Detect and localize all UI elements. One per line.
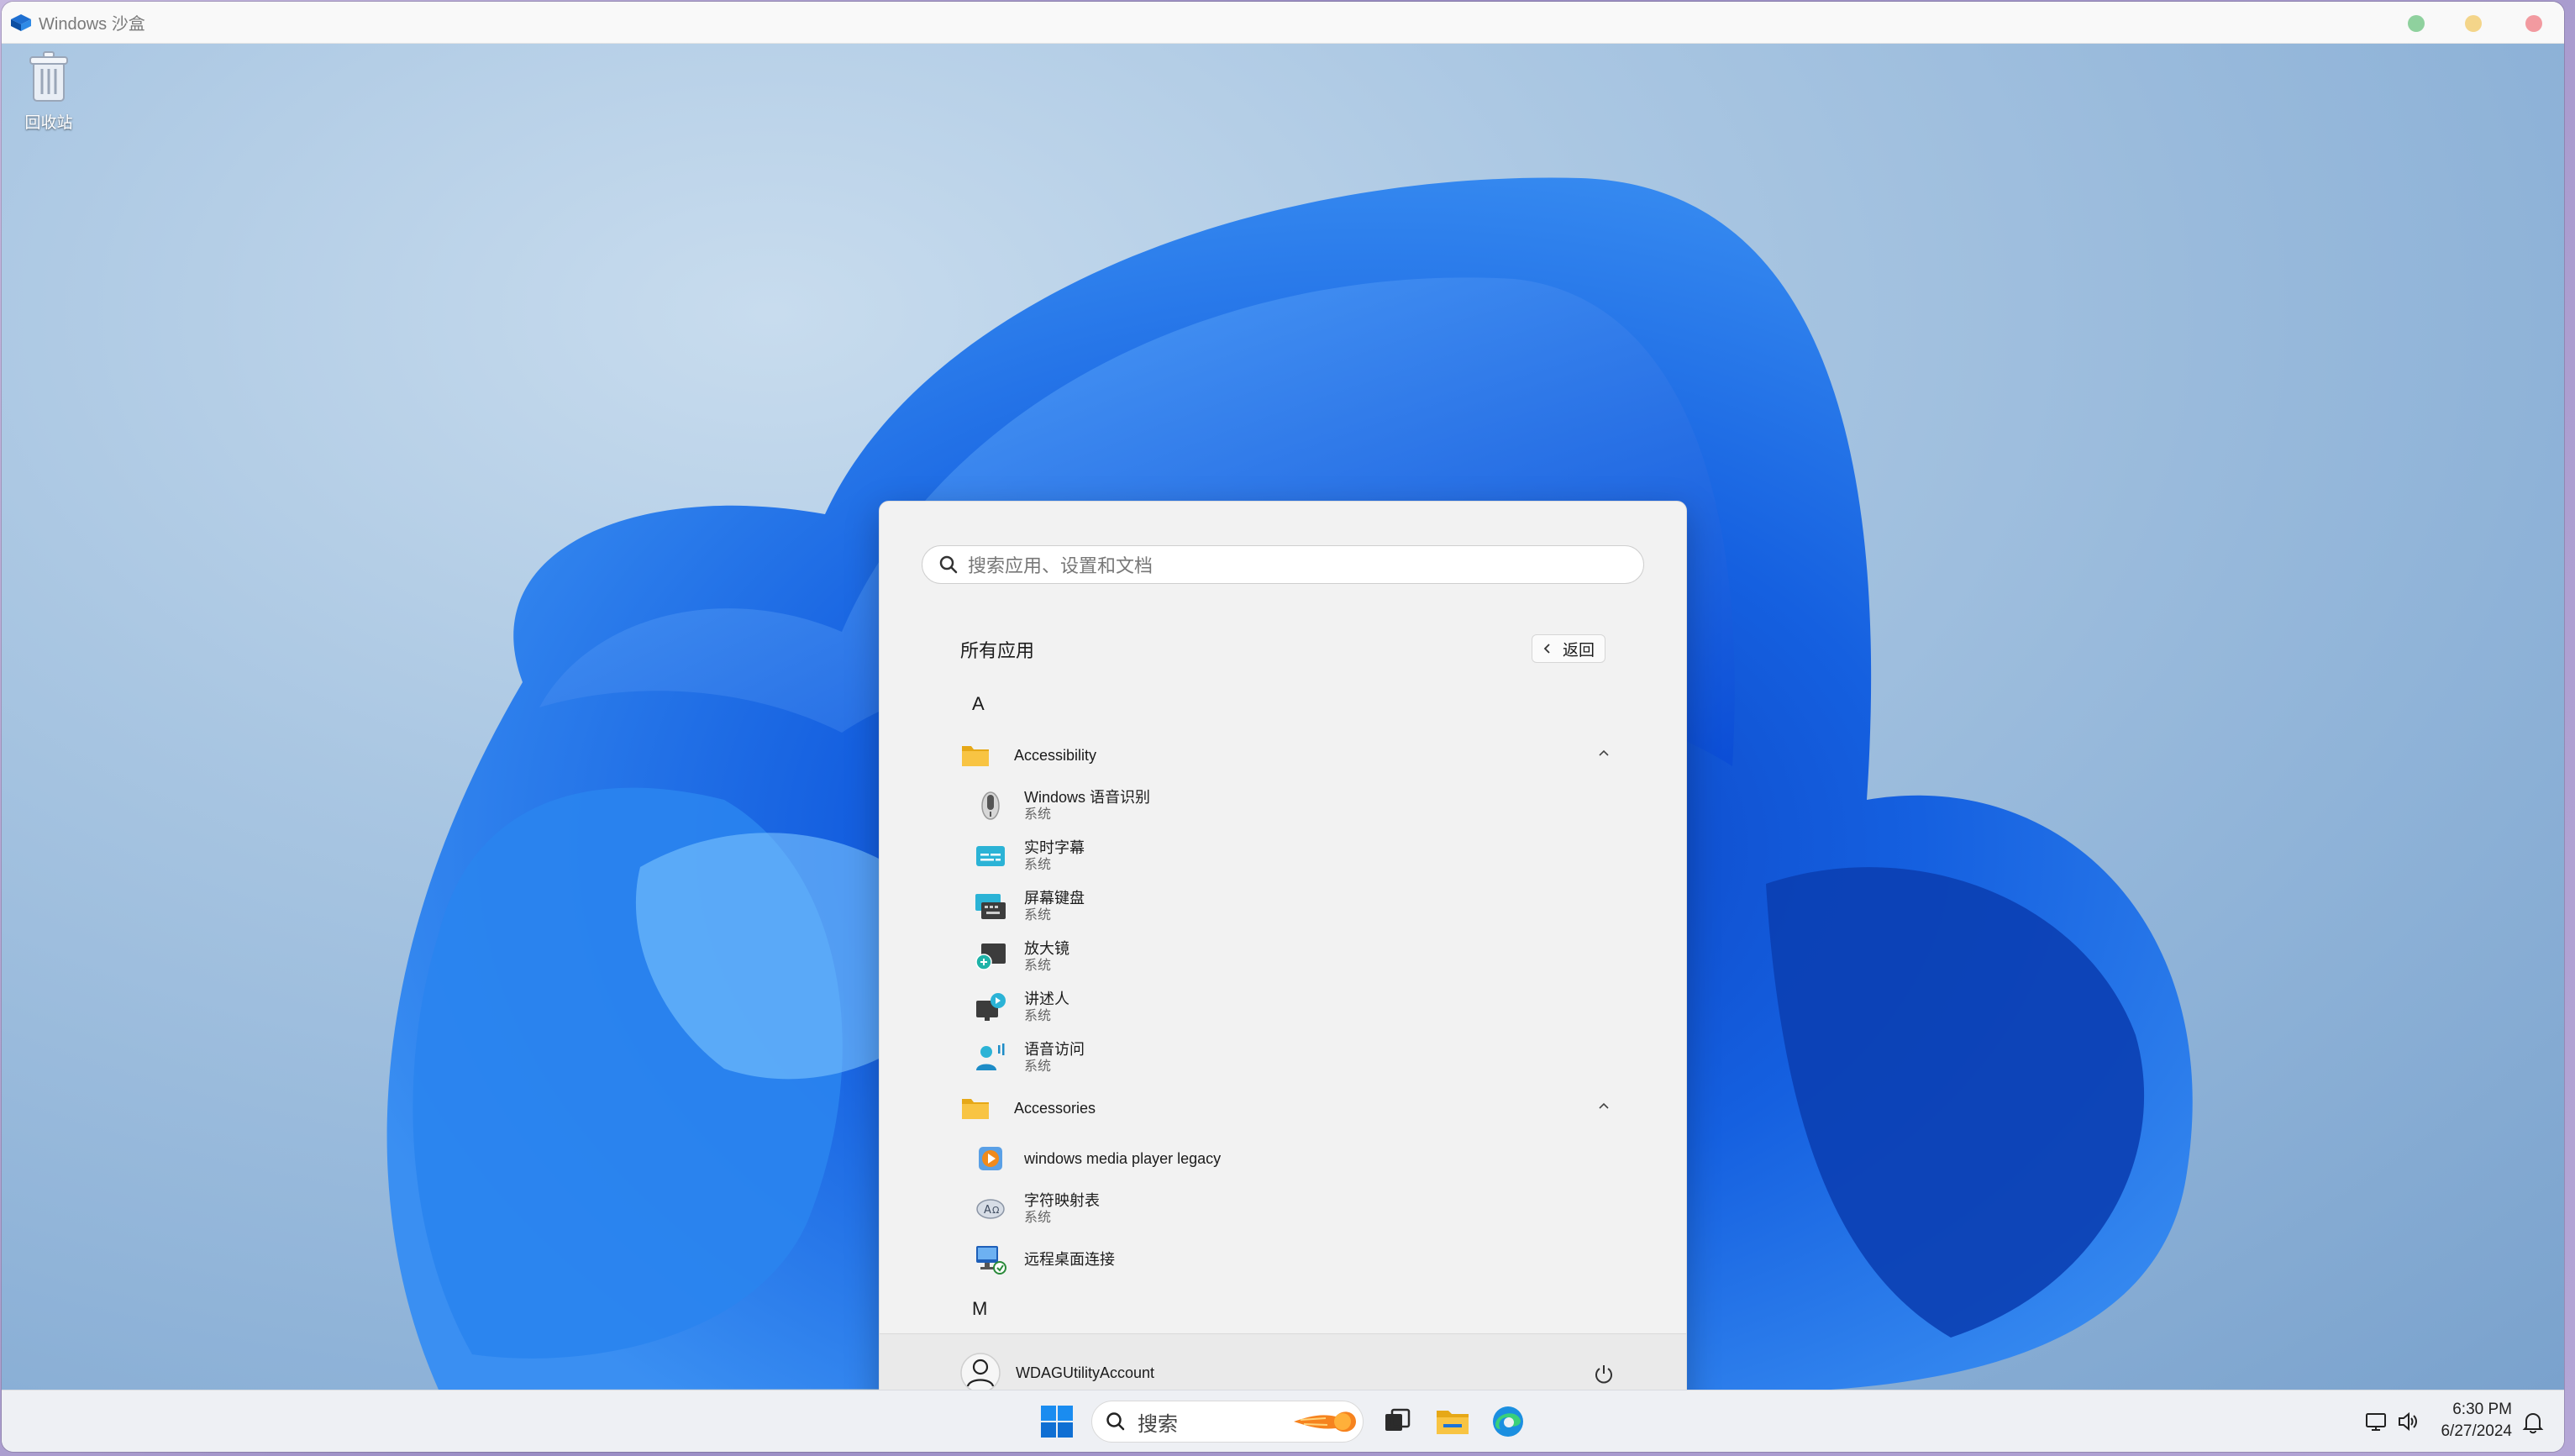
voice-access-icon xyxy=(976,1043,1005,1070)
recycle-bin-icon xyxy=(29,51,68,102)
app-name: Windows 语音识别 xyxy=(1024,789,1151,806)
app-item[interactable]: 讲述人 系统 xyxy=(974,984,1562,1031)
app-item[interactable]: AΩ 字符映射表系统 xyxy=(974,1185,1562,1233)
user-account-button[interactable]: WDAGUtilityAccount xyxy=(960,1353,1154,1390)
taskbar: 搜索 6:30 PM 6/27/2024 xyxy=(2,1390,2564,1452)
search-icon xyxy=(939,555,958,574)
narrator-icon xyxy=(976,993,1006,1021)
search-highlight-icon xyxy=(1294,1411,1356,1432)
start-footer: WDAGUtilityAccount xyxy=(880,1333,1686,1390)
taskbar-search[interactable]: 搜索 xyxy=(1091,1401,1364,1443)
group-letter-a[interactable]: A xyxy=(972,693,985,715)
desktop[interactable]: 回收站 搜索应用、设置和文档 所有应用 返回 A Accessibility W… xyxy=(2,44,2564,1390)
app-sub: 系统 xyxy=(1024,807,1052,822)
system-tray xyxy=(2364,1390,2420,1452)
edge-icon[interactable] xyxy=(1489,1402,1527,1441)
start-search-box[interactable]: 搜索应用、设置和文档 xyxy=(922,545,1644,584)
all-apps-title: 所有应用 xyxy=(960,640,1035,661)
chevron-left-icon xyxy=(1543,644,1550,654)
clock-date: 6/27/2024 xyxy=(2441,1422,2512,1440)
app-item[interactable]: 放大镜 系统 xyxy=(974,933,1562,980)
app-name: 语音访问 xyxy=(1024,1041,1085,1058)
app-sub: 系统 xyxy=(1024,959,1052,973)
microphone-icon xyxy=(981,791,1000,820)
app-name: 讲述人 xyxy=(1024,991,1069,1007)
app-name: 实时字幕 xyxy=(1024,839,1085,856)
minimize-button[interactable] xyxy=(2465,15,2482,32)
app-name: 屏幕键盘 xyxy=(1024,890,1085,907)
user-name: WDAGUtilityAccount xyxy=(1016,1364,1155,1381)
app-sub: 系统 xyxy=(1024,1211,1052,1225)
app-name: 放大镜 xyxy=(1024,940,1069,957)
sandbox-window: Windows 沙盒 回收站 搜索应用、设置和文档 所有应用 返回 A Acce… xyxy=(2,2,2564,1452)
close-button[interactable] xyxy=(2525,15,2542,32)
start-icon[interactable] xyxy=(1039,1404,1075,1439)
live-captions-icon xyxy=(976,846,1005,866)
app-sub: 系统 xyxy=(1024,1009,1052,1023)
back-button[interactable]: 返回 xyxy=(1532,634,1605,663)
notification-icon[interactable] xyxy=(2522,1411,2544,1434)
chevron-up-icon[interactable] xyxy=(1597,747,1611,760)
user-avatar-icon xyxy=(960,1353,1001,1390)
app-item[interactable]: 远程桌面连接 xyxy=(974,1236,1562,1283)
svg-text:Ω: Ω xyxy=(992,1205,999,1216)
power-icon[interactable] xyxy=(1592,1363,1616,1386)
start-menu: 搜索应用、设置和文档 所有应用 返回 A Accessibility Windo… xyxy=(879,501,1687,1390)
app-item[interactable]: 语音访问 系统 xyxy=(974,1034,1562,1081)
clock-time: 6:30 PM xyxy=(2452,1401,2512,1418)
volume-icon[interactable] xyxy=(2396,1410,2420,1433)
folder-accessibility[interactable]: Accessibility xyxy=(960,739,1611,772)
recycle-bin-label: 回收站 xyxy=(24,114,73,132)
group-letter-m[interactable]: M xyxy=(972,1298,987,1320)
window-title: Windows 沙盒 xyxy=(39,15,145,34)
on-screen-keyboard-icon xyxy=(975,894,1006,919)
remote-desktop-icon xyxy=(976,1246,1006,1275)
folder-icon xyxy=(962,746,989,766)
app-item[interactable]: windows media player legacy xyxy=(974,1135,1562,1182)
task-view-icon[interactable] xyxy=(1378,1402,1416,1441)
app-sub: 系统 xyxy=(1024,858,1052,872)
character-map-icon: AΩ xyxy=(976,1199,1005,1219)
media-player-icon xyxy=(979,1147,1002,1170)
back-label: 返回 xyxy=(1562,641,1595,660)
app-sub: 系统 xyxy=(1024,908,1052,922)
app-name: 字符映射表 xyxy=(1024,1192,1100,1209)
app-sub: 系统 xyxy=(1024,1059,1052,1074)
file-explorer-icon[interactable] xyxy=(1433,1402,1472,1441)
search-placeholder: 搜索应用、设置和文档 xyxy=(968,555,1153,576)
folder-name: Accessibility xyxy=(1014,746,1097,764)
app-name: 远程桌面连接 xyxy=(1024,1251,1115,1268)
app-item[interactable]: Windows 语音识别 系统 xyxy=(974,782,1562,829)
svg-text:A: A xyxy=(984,1204,991,1217)
app-item[interactable]: 实时字幕 系统 xyxy=(974,833,1562,880)
search-icon xyxy=(1106,1412,1125,1431)
network-icon[interactable] xyxy=(2364,1410,2388,1433)
windows-sandbox-icon xyxy=(11,13,31,31)
magnifier-icon xyxy=(975,944,1006,970)
app-item[interactable]: 屏幕键盘 系统 xyxy=(974,883,1562,930)
maximize-button[interactable] xyxy=(2408,15,2425,32)
clock[interactable]: 6:30 PM 6/27/2024 xyxy=(2428,1399,2512,1443)
title-bar[interactable]: Windows 沙盒 xyxy=(2,2,2564,44)
folder-name: Accessories xyxy=(1014,1099,1096,1117)
taskbar-search-label: 搜索 xyxy=(1138,1412,1178,1436)
app-name: windows media player legacy xyxy=(1024,1150,1222,1167)
chevron-up-icon[interactable] xyxy=(1597,1100,1611,1113)
folder-icon xyxy=(962,1099,989,1119)
folder-accessories[interactable]: Accessories xyxy=(960,1091,1611,1125)
recycle-bin-shortcut[interactable]: 回收站 xyxy=(18,50,79,133)
